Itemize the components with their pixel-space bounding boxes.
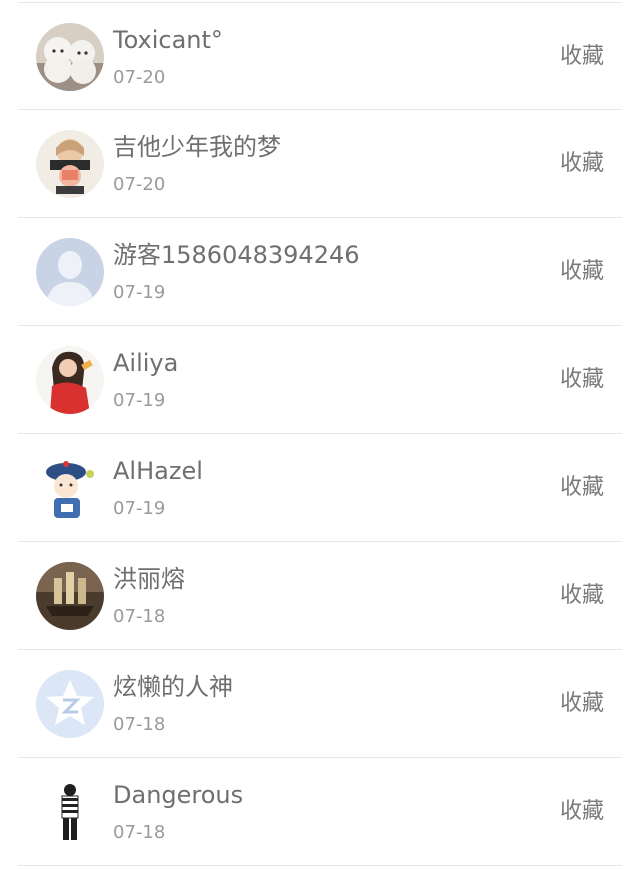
list-item[interactable]: 炫懒的人神 07-18 收藏: [18, 650, 622, 758]
comment-date: 07-19: [113, 282, 166, 303]
user-name[interactable]: 炫懒的人神: [113, 672, 233, 702]
user-name[interactable]: AlHazel: [113, 456, 203, 486]
comment-date: 07-18: [113, 822, 166, 843]
user-name[interactable]: Ailiya: [113, 348, 178, 378]
user-name[interactable]: 吉他少年我的梦: [113, 132, 281, 162]
list-item[interactable]: Toxicant° 07-20 收藏: [18, 2, 622, 110]
collect-button[interactable]: 收藏: [560, 366, 604, 394]
default-guest-avatar[interactable]: [36, 238, 104, 306]
user-name[interactable]: Toxicant°: [113, 25, 223, 55]
cartoon-girl-avatar[interactable]: [36, 130, 104, 198]
collect-button[interactable]: 收藏: [560, 258, 604, 286]
comment-date: 07-18: [113, 714, 166, 735]
collect-button[interactable]: 收藏: [560, 798, 604, 826]
user-name[interactable]: Dangerous: [113, 780, 243, 810]
collect-button[interactable]: 收藏: [560, 690, 604, 718]
comment-date: 07-20: [113, 174, 166, 195]
list-item[interactable]: Ailiya 07-19 收藏: [18, 326, 622, 434]
list-item[interactable]: AlHazel 07-19 收藏: [18, 434, 622, 542]
collect-button[interactable]: 收藏: [560, 150, 604, 178]
sailing-ship-avatar[interactable]: [36, 562, 104, 630]
list-item[interactable]: 洪丽熔 07-18 收藏: [18, 542, 622, 650]
two-white-dogs-avatar[interactable]: [36, 23, 104, 91]
list-item[interactable]: 吉他少年我的梦 07-20 收藏: [18, 110, 622, 218]
comment-date: 07-19: [113, 498, 166, 519]
user-name[interactable]: 洪丽熔: [113, 564, 185, 594]
collect-button[interactable]: 收藏: [560, 582, 604, 610]
list-item[interactable]: 游客1586048394246 07-19 收藏: [18, 218, 622, 326]
qzone-star-avatar[interactable]: [36, 670, 104, 738]
list-item[interactable]: Dangerous 07-18 收藏: [18, 758, 622, 866]
collect-button[interactable]: 收藏: [560, 43, 604, 71]
striped-figure-avatar[interactable]: [36, 778, 104, 846]
user-name[interactable]: 游客1586048394246: [113, 240, 360, 270]
comment-date: 07-20: [113, 67, 166, 88]
girl-red-sweater-avatar[interactable]: [36, 346, 104, 414]
comment-date: 07-19: [113, 390, 166, 411]
collect-button[interactable]: 收藏: [560, 474, 604, 502]
comment-date: 07-18: [113, 606, 166, 627]
qing-cartoon-avatar[interactable]: [36, 454, 104, 522]
user-list: Toxicant° 07-20 收藏 吉他少年我的梦 07-20 收藏 游客15…: [0, 0, 640, 870]
